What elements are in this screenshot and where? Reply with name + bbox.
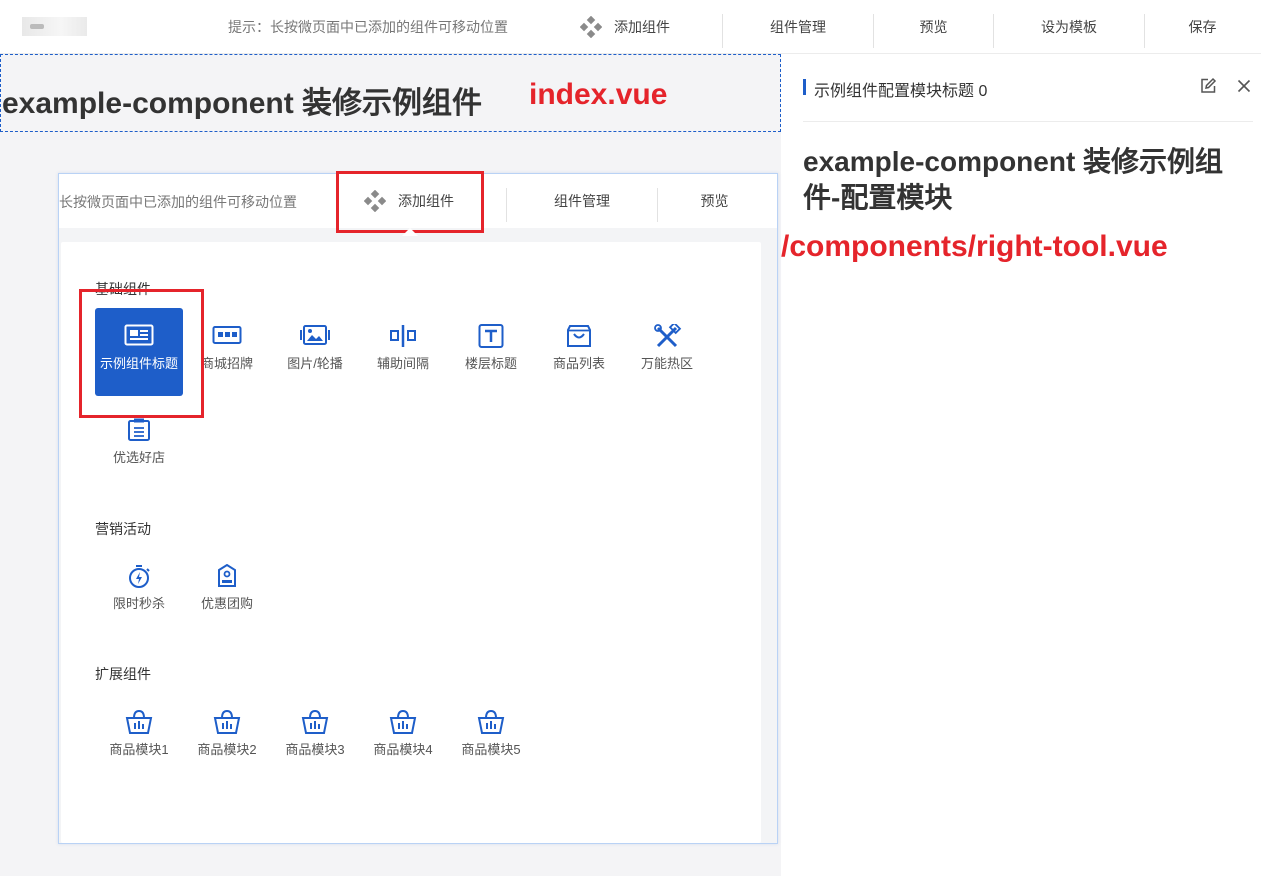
component-spacer[interactable]: 辅助间隔: [359, 308, 447, 396]
component-group-buy[interactable]: 优惠团购: [183, 548, 271, 636]
title-accent-bar: [803, 79, 806, 95]
config-module-title: example-component 装修示例组件-配置模块: [803, 146, 1224, 213]
component-hot-zone[interactable]: 万能热区: [623, 308, 711, 396]
component-label: 商品模块5: [461, 742, 521, 757]
edit-icon[interactable]: [1199, 77, 1217, 100]
component-product-module-5[interactable]: 商品模块5: [447, 694, 535, 782]
stopwatch-icon: [129, 565, 150, 588]
component-label: 辅助间隔: [376, 356, 429, 371]
component-label: 商品模块4: [373, 742, 433, 757]
tools-icon: [654, 324, 682, 348]
components-icon: [580, 16, 602, 38]
basket-icon: [301, 710, 329, 734]
palette-component-manage-button[interactable]: 组件管理: [507, 174, 657, 228]
save-button[interactable]: 保存: [1145, 0, 1260, 54]
component-product-list[interactable]: 商品列表: [535, 308, 623, 396]
section-title-extension: 扩展组件: [95, 666, 151, 682]
component-product-module-2[interactable]: 商品模块2: [183, 694, 271, 782]
component-label: 商品模块1: [109, 742, 169, 757]
component-label: 优惠团购: [200, 596, 253, 611]
set-template-button[interactable]: 设为模板: [994, 0, 1144, 54]
index-vue-annotation: index.vue: [529, 78, 668, 111]
basket-icon: [477, 710, 505, 734]
component-palette: 基础组件 示例组件标题 商城招牌 图片/轮播 辅助间隔 楼层标题 商品列表 万能…: [61, 242, 761, 843]
logo: [22, 17, 87, 36]
component-label: 商城招牌: [200, 356, 253, 371]
config-panel: 示例组件配置模块标题 0 example-component 装修示例组件-配置…: [781, 54, 1261, 876]
component-label: 商品列表: [552, 356, 605, 371]
basket-icon: [213, 710, 241, 734]
component-label: 图片/轮播: [287, 356, 343, 371]
store-icon: [128, 418, 150, 441]
toolbar-tip: 提示：长按微页面中已添加的组件可移动位置: [228, 19, 508, 35]
component-label: 楼层标题: [464, 356, 517, 371]
right-tool-path-annotation: /components/right-tool.vue: [781, 230, 1168, 263]
component-product-module-1[interactable]: 商品模块1: [95, 694, 183, 782]
shopping-bag-icon: [567, 325, 591, 347]
component-flash-sale[interactable]: 限时秒杀: [95, 548, 183, 636]
shop-sign-icon: [212, 326, 242, 344]
component-image-carousel[interactable]: 图片/轮播: [271, 308, 359, 396]
example-component-title: example-component 装修示例组件: [2, 87, 483, 120]
add-component-button[interactable]: 添加组件: [580, 14, 670, 40]
component-label: 万能热区: [640, 356, 693, 371]
text-title-icon: [478, 324, 504, 348]
component-floor-title[interactable]: 楼层标题: [447, 308, 535, 396]
config-panel-header: 示例组件配置模块标题 0: [803, 68, 1253, 122]
basket-icon: [389, 710, 417, 734]
example-component-block[interactable]: example-component 装修示例组件 index.vue: [0, 54, 781, 132]
component-product-module-4[interactable]: 商品模块4: [359, 694, 447, 782]
component-manage-button[interactable]: 组件管理: [723, 0, 873, 54]
top-toolbar: 提示：长按微页面中已添加的组件可移动位置 添加组件 组件管理 预览 设为模板 保…: [0, 0, 1261, 54]
close-icon[interactable]: [1235, 77, 1253, 100]
component-product-module-3[interactable]: 商品模块3: [271, 694, 359, 782]
config-panel-title: 示例组件配置模块标题 0: [814, 83, 988, 100]
component-label: 商品模块3: [285, 742, 345, 757]
palette-preview-button[interactable]: 预览: [658, 174, 771, 228]
component-label: 限时秒杀: [112, 596, 165, 611]
component-palette-screenshot: 长按微页面中已添加的组件可移动位置 添加组件 组件管理 预览 基础组件 示例组件…: [58, 171, 778, 844]
palette-tip: 长按微页面中已添加的组件可移动位置: [59, 194, 297, 210]
section-title-marketing: 营销活动: [95, 521, 151, 537]
image-carousel-icon: [300, 325, 330, 345]
add-component-highlight-box: [336, 171, 484, 233]
add-component-label: 添加组件: [614, 19, 670, 35]
spacer-icon: [390, 325, 416, 347]
dropdown-caret: [402, 228, 418, 236]
preview-button[interactable]: 预览: [874, 0, 993, 54]
basket-icon: [125, 710, 153, 734]
component-label: 商品模块2: [197, 742, 257, 757]
group-buy-icon: [218, 564, 236, 587]
example-component-highlight-box: [79, 289, 204, 418]
palette-toolbar: 长按微页面中已添加的组件可移动位置 添加组件 组件管理 预览: [59, 171, 777, 233]
component-label: 优选好店: [112, 450, 165, 465]
